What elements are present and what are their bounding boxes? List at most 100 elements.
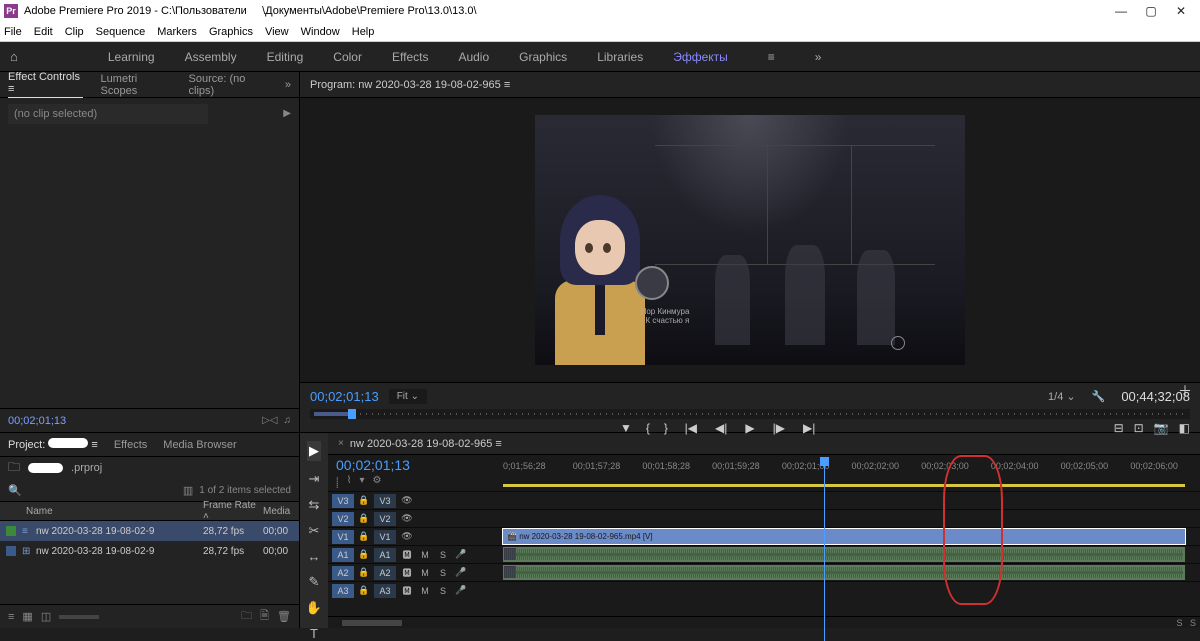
track-a2[interactable] [503, 564, 1200, 581]
source-timecode[interactable]: 00;02;01;13 [8, 415, 66, 427]
icon-view-icon[interactable]: ▦ [22, 610, 32, 623]
home-icon[interactable]: ⌂ [10, 49, 18, 64]
ws-overflow-icon[interactable]: » [815, 50, 822, 64]
project-item[interactable]: ⊞ nw 2020-03-28 19-08-02-9 28,72 fps 00;… [0, 541, 299, 561]
tc-icon2[interactable]: ♫ [284, 415, 292, 426]
project-search-input[interactable] [28, 485, 177, 496]
project-item[interactable]: ≡ nw 2020-03-28 19-08-02-9 28,72 fps 00;… [0, 521, 299, 541]
menu-markers[interactable]: Markers [157, 26, 197, 38]
tab-media-browser[interactable]: Media Browser [163, 439, 236, 451]
close-button[interactable]: ✕ [1166, 4, 1196, 18]
program-monitor[interactable]: Нор Кинмура- К счастью я [300, 98, 1200, 382]
go-in-icon[interactable]: |◀ [685, 421, 697, 435]
filter-icon[interactable]: ▥ [183, 484, 193, 497]
col-frame-rate[interactable]: Frame Rate ˄ [203, 500, 263, 522]
mic-icon[interactable]: 🎤 [454, 549, 468, 560]
menu-view[interactable]: View [265, 26, 289, 38]
maximize-button[interactable]: ▢ [1136, 4, 1166, 18]
ws-editing[interactable]: Editing [267, 50, 304, 64]
tab-effects[interactable]: Effects [114, 439, 147, 451]
expand-icon[interactable]: ▶ [283, 108, 291, 119]
tab-source[interactable]: Source: (no clips) [189, 73, 267, 97]
ws-graphics[interactable]: Graphics [519, 50, 567, 64]
menu-edit[interactable]: Edit [34, 26, 53, 38]
program-scrubber[interactable] [310, 409, 1190, 419]
trash-icon[interactable]: 🗑 [277, 610, 291, 623]
ws-learning[interactable]: Learning [108, 50, 155, 64]
tab-project[interactable]: Project: ≡ [8, 438, 98, 451]
slip-tool-icon[interactable]: ↔ [308, 549, 321, 564]
playhead[interactable] [824, 457, 825, 641]
program-tab[interactable]: Program: nw 2020-03-28 19-08-02-965 ≡ [310, 79, 510, 91]
step-back-icon[interactable]: ◀| [715, 421, 727, 435]
menu-clip[interactable]: Clip [65, 26, 84, 38]
mute-icon[interactable]: 🅼 [400, 584, 414, 597]
extract-icon[interactable]: ⊡ [1134, 421, 1144, 435]
menu-help[interactable]: Help [352, 26, 375, 38]
eye-icon[interactable]: 👁 [400, 495, 414, 506]
bin-icon[interactable]: 🗀 [8, 458, 20, 479]
compare-icon[interactable]: ◧ [1179, 421, 1190, 435]
marker-add-icon[interactable]: ▾ [359, 475, 364, 489]
mute-icon[interactable]: 🅼 [400, 548, 414, 561]
snap-icon[interactable]: ⸽ [336, 475, 339, 489]
search-icon[interactable]: 🔍 [8, 484, 22, 497]
ws-audio[interactable]: Audio [458, 50, 489, 64]
tab-lumetri-scopes[interactable]: Lumetri Scopes [101, 73, 171, 97]
out-bracket-icon[interactable]: } [664, 421, 668, 435]
track-v1[interactable]: 🎬 nw 2020-03-28 19-08-02-965.mp4 [V] [503, 528, 1200, 545]
eye-icon[interactable]: 👁 [400, 531, 414, 542]
sequence-tab[interactable]: nw 2020-03-28 19-08-02-965 ≡ [350, 438, 502, 450]
col-media[interactable]: Media [263, 506, 299, 517]
lift-icon[interactable]: ⊟ [1114, 421, 1124, 435]
mic-icon[interactable]: 🎤 [454, 567, 468, 578]
type-tool-icon[interactable]: T [310, 626, 318, 641]
timeline-scrollbar[interactable]: S S [328, 616, 1200, 628]
track-v3[interactable] [503, 492, 1200, 509]
selection-tool-icon[interactable]: ▶ [307, 441, 321, 461]
mic-icon[interactable]: 🎤 [454, 585, 468, 596]
menu-window[interactable]: Window [301, 26, 340, 38]
tab-effect-controls[interactable]: Effect Controls ≡ [8, 71, 83, 99]
new-bin-icon[interactable]: 🗀 [241, 607, 252, 626]
menu-sequence[interactable]: Sequence [96, 26, 146, 38]
minimize-button[interactable]: — [1106, 4, 1136, 18]
lock-icon[interactable]: 🔒 [358, 585, 370, 596]
track-v2[interactable] [503, 510, 1200, 527]
track-a1[interactable] [503, 546, 1200, 563]
ws-effects[interactable]: Effects [392, 50, 428, 64]
settings2-icon[interactable]: ⚙ [373, 475, 382, 489]
time-ruler[interactable]: 0;01;56;2800;01;57;2800;01;58;2800;01;59… [503, 455, 1200, 491]
menu-file[interactable]: File [4, 26, 22, 38]
export-frame-icon[interactable]: 📷 [1154, 421, 1169, 435]
audio-clip[interactable] [503, 565, 1185, 580]
play-icon[interactable]: ▶ [745, 421, 754, 435]
lock-icon[interactable]: 🔒 [358, 549, 370, 560]
lock-icon[interactable]: 🔒 [358, 513, 370, 524]
button-editor-icon[interactable]: ＋ [1178, 381, 1192, 401]
pen-tool-icon[interactable]: ✎ [309, 574, 320, 590]
close-seq-icon[interactable]: × [338, 438, 344, 449]
resolution-dropdown[interactable]: 1/4 ⌄ [1048, 390, 1076, 403]
timeline-timecode[interactable]: 00;02;01;13 [336, 457, 495, 473]
col-name[interactable]: Name [0, 506, 203, 517]
hand-tool-icon[interactable]: ✋ [306, 600, 322, 616]
lock-icon[interactable]: 🔒 [358, 567, 370, 578]
razor-tool-icon[interactable]: ✂ [309, 523, 320, 539]
step-fwd-icon[interactable]: |▶ [773, 421, 785, 435]
program-timecode[interactable]: 00;02;01;13 [310, 389, 379, 404]
ws-color[interactable]: Color [333, 50, 362, 64]
audio-clip[interactable] [503, 547, 1185, 562]
track-select-tool-icon[interactable]: ⇥ [309, 471, 320, 487]
ripple-tool-icon[interactable]: ⇆ [309, 497, 320, 513]
lock-icon[interactable]: 🔒 [358, 531, 370, 542]
go-out-icon[interactable]: ▶| [803, 421, 815, 435]
mute-icon[interactable]: 🅼 [400, 566, 414, 579]
freeform-view-icon[interactable]: ◫ [41, 610, 51, 623]
zoom-fit-dropdown[interactable]: Fit ⌄ [389, 389, 427, 404]
in-bracket-icon[interactable]: { [646, 421, 650, 435]
panel-overflow-icon[interactable]: » [285, 79, 291, 91]
ws-custom[interactable]: Эффекты [673, 50, 728, 64]
link-icon[interactable]: ⌇ [347, 475, 352, 489]
settings-icon[interactable]: 🔧 [1092, 390, 1106, 403]
